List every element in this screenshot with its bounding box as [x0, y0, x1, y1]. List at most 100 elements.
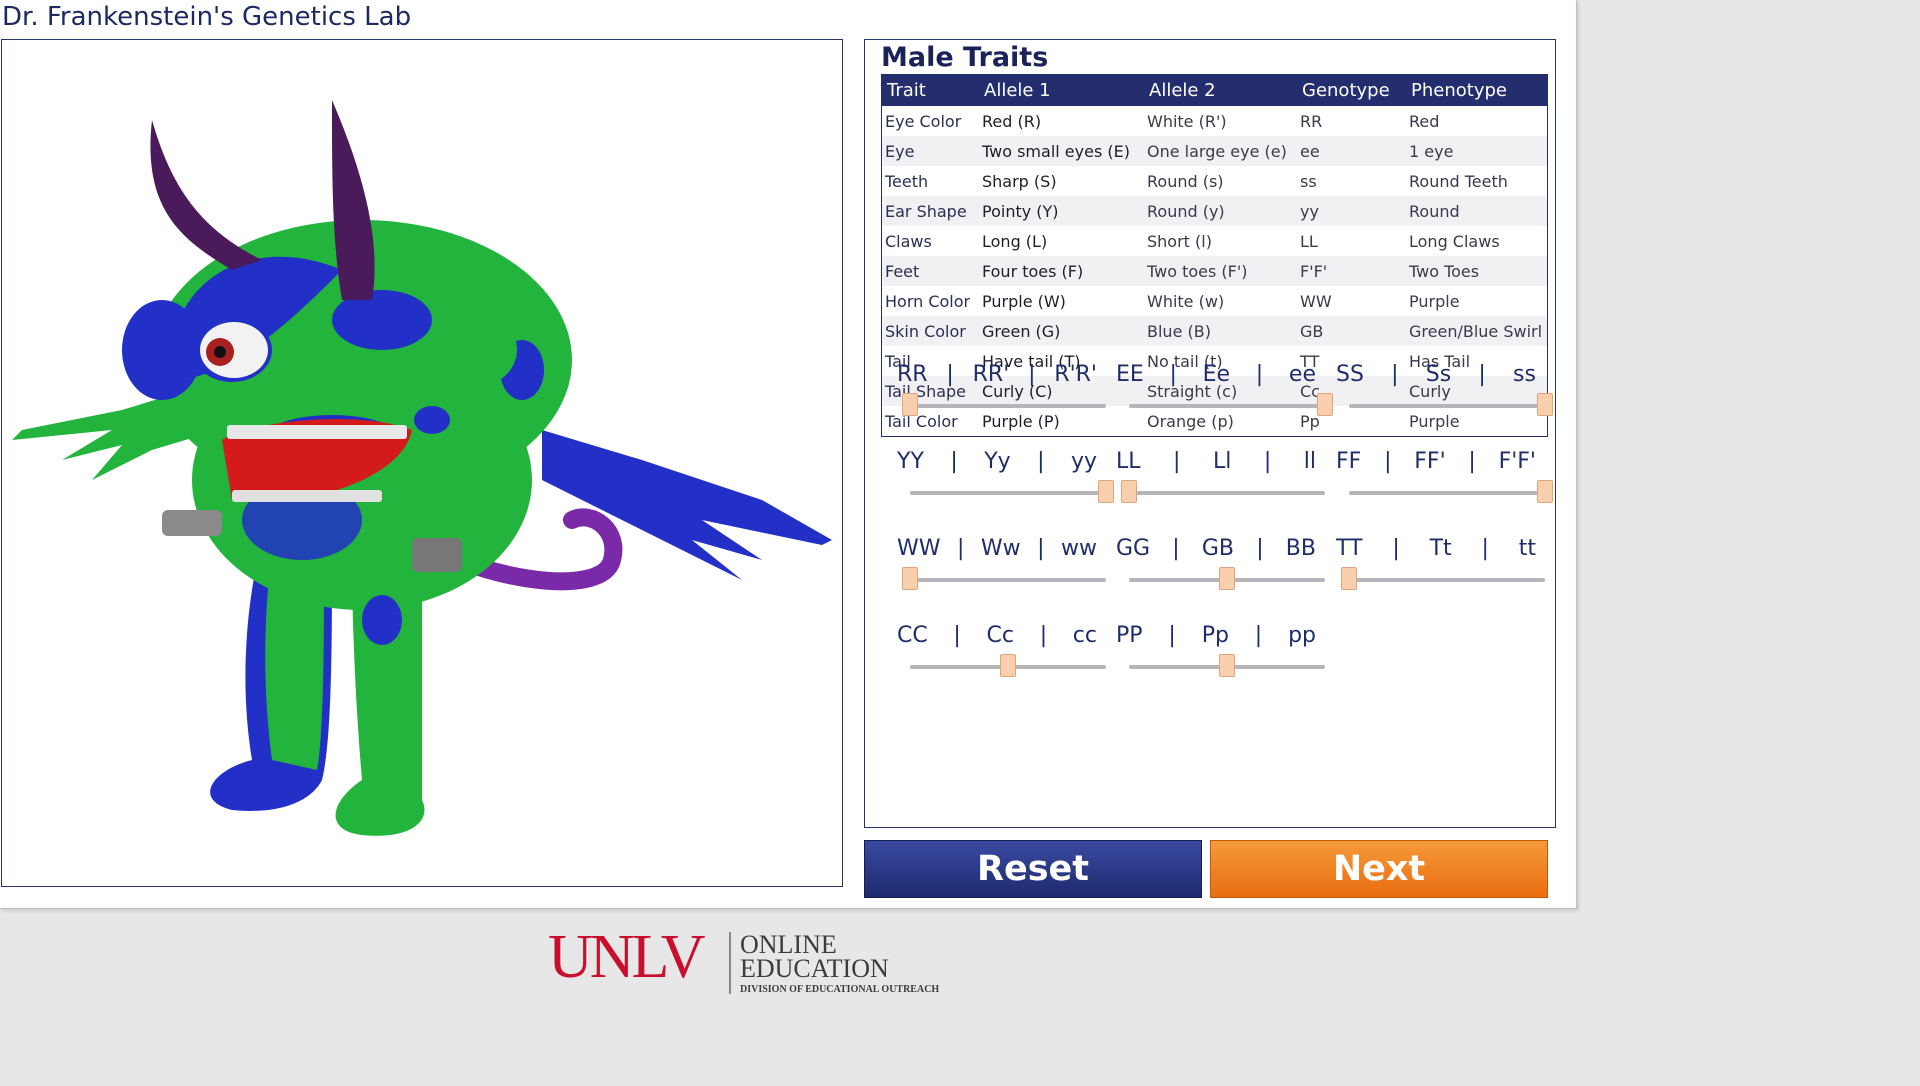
slider-separator: |: [1254, 623, 1263, 648]
slider-option-label[interactable]: LL: [1116, 449, 1141, 474]
slider-thumb[interactable]: [1121, 480, 1137, 503]
genotype-cell: WW: [1300, 291, 1332, 311]
trait-name-cell: Feet: [881, 256, 979, 286]
slider-option-label[interactable]: FF: [1336, 449, 1361, 474]
slider-track[interactable]: [910, 578, 1106, 582]
slider-thumb[interactable]: [1098, 480, 1114, 503]
allele-1-cell: Purple (W): [982, 291, 1066, 311]
slider-option-label[interactable]: CC: [897, 623, 928, 648]
reset-button[interactable]: Reset: [864, 840, 1202, 898]
slider-thumb[interactable]: [902, 567, 918, 590]
slider-option-label[interactable]: TT: [1336, 536, 1363, 561]
slider-option-label[interactable]: SS: [1336, 362, 1364, 387]
slider-option-label[interactable]: yy: [1071, 449, 1097, 474]
slider-separator: |: [953, 623, 961, 648]
slider-option-label[interactable]: GB: [1202, 536, 1234, 561]
allele-2-cell: White (R'): [1147, 111, 1227, 131]
slider-thumb[interactable]: [1219, 654, 1235, 677]
genotype-cell: ee: [1297, 136, 1406, 166]
slider-option-label[interactable]: Cc: [987, 623, 1014, 648]
slider-separator: |: [1391, 362, 1399, 387]
slider-separator: |: [1037, 536, 1045, 561]
slider-option-label[interactable]: RR': [973, 362, 1010, 387]
slider-option-label[interactable]: ww: [1061, 536, 1097, 561]
slider-separator: |: [1169, 362, 1177, 387]
logo-divider: [729, 932, 731, 994]
phenotype-cell: Green/Blue Swirl: [1406, 316, 1548, 346]
logo-division-text: DIVISION OF EDUCATIONAL OUTREACH: [740, 984, 940, 995]
slider-tail: TT | Tt | tt: [1336, 536, 1545, 616]
slider-thumb[interactable]: [1537, 480, 1553, 503]
slider-thumb[interactable]: [1537, 393, 1553, 416]
app-window: Dr. Frankenstein's Genetics Lab Male Tra…: [0, 0, 1577, 909]
slider-option-label[interactable]: Tt: [1430, 536, 1452, 561]
slider-track[interactable]: [1349, 578, 1545, 582]
slider-track[interactable]: [1349, 404, 1545, 408]
creature-illustration: [12, 100, 832, 836]
slider-track[interactable]: [1129, 491, 1325, 495]
slider-eye-color: RR | RR' | R'R': [897, 362, 1106, 442]
trait-name-cell: Ear Shape: [881, 196, 979, 226]
slider-thumb[interactable]: [1317, 393, 1333, 416]
slider-option-label[interactable]: YY: [897, 449, 924, 474]
slider-option-label[interactable]: RR: [897, 362, 928, 387]
slider-option-label[interactable]: Ww: [981, 536, 1021, 561]
slider-thumb[interactable]: [1219, 567, 1235, 590]
slider-option-label[interactable]: ee: [1289, 362, 1316, 387]
slider-option-label[interactable]: Ss: [1426, 362, 1451, 387]
slider-option-label[interactable]: FF': [1414, 449, 1445, 474]
allele-1-cell: Four toes (F): [979, 256, 1144, 286]
slider-tail-shape: CC | Cc | cc: [897, 623, 1106, 703]
allele-1-cell: Long (L): [982, 231, 1048, 251]
slider-option-label[interactable]: Pp: [1202, 623, 1229, 648]
phenotype-cell: Purple: [1409, 291, 1460, 311]
phenotype-cell: Long Claws: [1409, 231, 1500, 251]
slider-track[interactable]: [910, 491, 1106, 495]
slider-option-label[interactable]: PP: [1116, 623, 1143, 648]
slider-thumb[interactable]: [1341, 567, 1357, 590]
slider-option-label[interactable]: GG: [1116, 536, 1150, 561]
slider-track[interactable]: [1349, 491, 1545, 495]
slider-separator: |: [946, 362, 954, 387]
trait-name-cell: Eye Color: [885, 111, 962, 131]
trait-name-cell: Teeth: [885, 171, 929, 191]
slider-option-label[interactable]: EE: [1116, 362, 1144, 387]
creature-left-ear: [122, 300, 202, 400]
phenotype-cell: Two Toes: [1406, 256, 1548, 286]
slider-option-label[interactable]: ll: [1304, 449, 1316, 474]
creature-right-ear: [427, 312, 517, 388]
slider-separator: |: [1037, 449, 1045, 474]
slider-option-label[interactable]: F'F': [1499, 449, 1536, 474]
slider-option-label[interactable]: BB: [1286, 536, 1316, 561]
slider-thumb[interactable]: [902, 393, 918, 416]
genotype-cell: ss: [1300, 171, 1317, 191]
slider-option-label[interactable]: R'R': [1054, 362, 1097, 387]
slider-labels: GG | GB | BB: [1116, 536, 1316, 561]
allele-1-cell: Red (R): [982, 111, 1042, 131]
slider-option-label[interactable]: cc: [1073, 623, 1097, 648]
slider-option-label[interactable]: tt: [1519, 536, 1536, 561]
allele-2-cell: Round (y): [1144, 196, 1297, 226]
slider-option-label[interactable]: pp: [1288, 623, 1316, 648]
phenotype-cell: Red: [1409, 111, 1440, 131]
slider-thumb[interactable]: [1000, 654, 1016, 677]
genotype-cell: LL: [1300, 231, 1318, 251]
slider-separator: |: [1384, 449, 1392, 474]
slider-option-label[interactable]: WW: [897, 536, 941, 561]
slider-separator: |: [1168, 623, 1176, 648]
next-button[interactable]: Next: [1210, 840, 1548, 898]
slider-labels: SS | Ss | ss: [1336, 362, 1536, 387]
genotype-cell: GB: [1297, 316, 1406, 346]
slider-separator: |: [1172, 536, 1180, 561]
creature-right-horn: [332, 100, 375, 300]
slider-option-label[interactable]: Ll: [1213, 449, 1231, 474]
slider-option-label[interactable]: Yy: [984, 449, 1010, 474]
column-header-trait: Trait: [881, 74, 979, 106]
traits-panel: Male Traits Trait Allele 1 Allele 2 Geno…: [864, 39, 1556, 828]
slider-track[interactable]: [910, 404, 1106, 408]
slider-option-label[interactable]: Ee: [1203, 362, 1230, 387]
slider-option-label[interactable]: ss: [1513, 362, 1536, 387]
trait-name-cell: Skin Color: [881, 316, 979, 346]
slider-labels: WW | Ww | ww: [897, 536, 1097, 561]
slider-track[interactable]: [1129, 404, 1325, 408]
